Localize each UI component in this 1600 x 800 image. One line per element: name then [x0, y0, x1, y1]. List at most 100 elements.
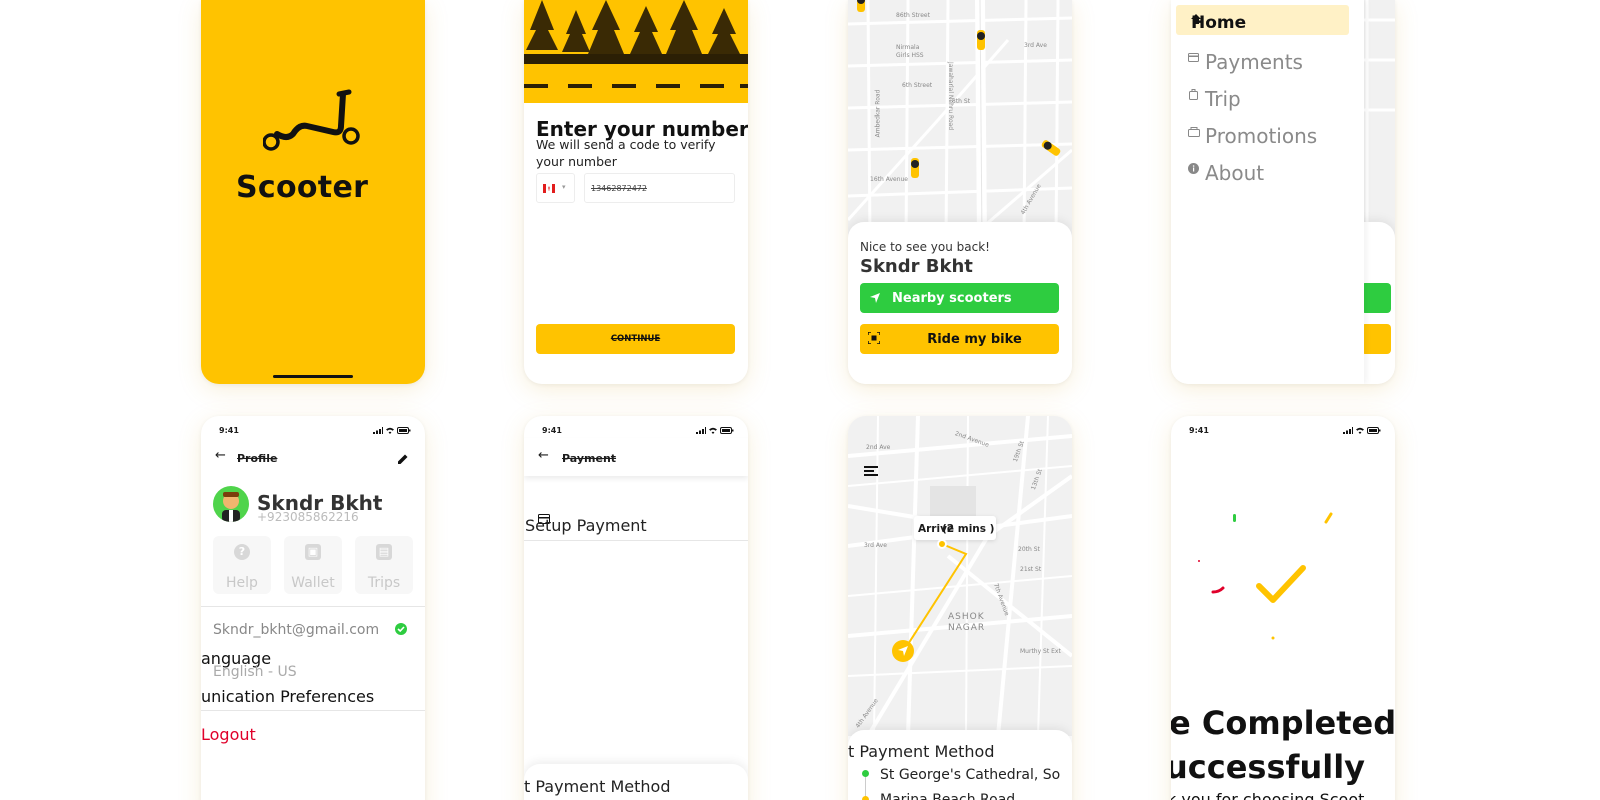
battery-icon — [720, 427, 734, 434]
communication-preferences-label[interactable]: unication Preferences — [201, 687, 374, 706]
page-subtitle: We will send a code to verify your numbe… — [536, 137, 716, 169]
back-arrow-icon[interactable]: ← — [215, 448, 226, 463]
payment-method-label[interactable]: t Payment Method — [848, 742, 995, 761]
phone-number-input[interactable]: 13462872472 — [584, 173, 735, 203]
help-tile[interactable]: ? Help — [213, 536, 271, 594]
ride-completed-screen: 9:41 e Completed uccessfully k you for c… — [1171, 416, 1395, 800]
completed-title-line2: uccessfully — [1171, 748, 1366, 786]
status-bar: 9:41 — [219, 426, 411, 438]
wifi-icon — [1356, 427, 1364, 434]
profile-header: Profile — [237, 452, 278, 465]
payment-header: Payment — [562, 452, 617, 465]
street-label: 21st St — [1020, 566, 1042, 573]
battery-icon — [397, 427, 411, 434]
profile-phone: +923085862216 — [257, 510, 359, 524]
suitcase-icon — [1189, 89, 1198, 100]
trips-tile[interactable]: ▤ Trips — [355, 536, 413, 594]
battery-icon — [1367, 427, 1381, 434]
verified-check-icon — [395, 623, 407, 635]
home-indicator — [273, 375, 353, 378]
payment-method-label[interactable]: t Payment Method — [524, 777, 671, 796]
signal-icon — [696, 427, 706, 434]
language-value: English - US — [213, 664, 297, 680]
enter-number-screen: Enter your number We will send a code to… — [524, 0, 748, 384]
scooter-marker-icon[interactable] — [974, 26, 988, 54]
completed-title-line1: e Completed — [1171, 704, 1395, 742]
pickup-marker[interactable] — [937, 539, 947, 549]
payment-method-sheet: t Payment Method St George's Cathedral, … — [848, 730, 1072, 800]
back-arrow-icon[interactable]: ← — [538, 448, 549, 463]
edit-pencil-icon[interactable] — [397, 453, 409, 465]
pickup-location[interactable]: St George's Cathedral, So — [880, 767, 1060, 783]
signal-icon — [1343, 427, 1353, 434]
dropoff-location[interactable]: Marina Beach Road — [880, 792, 1015, 800]
check-mark-icon — [1256, 565, 1306, 603]
qr-scan-icon — [868, 332, 880, 344]
card-icon — [1188, 53, 1199, 62]
canada-flag-icon — [543, 184, 555, 193]
route-connector — [865, 777, 866, 797]
menu-item-label: About — [1205, 161, 1265, 185]
street-label: 20th St — [1018, 546, 1040, 553]
navigation-arrow-icon — [870, 293, 880, 303]
street-label: 3rd Ave — [1024, 42, 1047, 49]
profile-screen: 9:41 ← Profile Skndr Bkht +923085862216 … — [201, 416, 425, 800]
street-label: 16th Avenue — [870, 176, 908, 183]
street-map-graphic — [848, 0, 1072, 240]
info-icon — [1188, 163, 1199, 174]
payment-screen: 9:41 ← Payment Setup Payment t Payment M… — [524, 416, 748, 800]
map-view[interactable]: 86th Street 3rd Ave Nirmala Girls HSS 6t… — [848, 0, 1072, 240]
chevron-down-icon: ▾ — [562, 183, 566, 191]
section-divider — [201, 710, 425, 711]
nearby-scooters-button[interactable]: Nearby scooters — [860, 283, 1059, 313]
status-bar: 9:41 — [1189, 426, 1381, 438]
status-time: 9:41 — [1189, 426, 1209, 435]
tile-label: Trips — [367, 575, 401, 591]
street-label: Jawaharlal Nehru Road — [947, 62, 954, 131]
section-divider — [201, 606, 425, 607]
scooter-marker-icon[interactable] — [854, 0, 868, 16]
district-label: ASHOK NAGAR — [948, 612, 986, 633]
wifi-icon — [709, 427, 717, 434]
user-name: Skndr Bkht — [860, 256, 973, 277]
navigation-arrow-icon — [898, 646, 908, 656]
status-time: 9:41 — [219, 426, 239, 435]
street-map-graphic — [848, 416, 1072, 736]
help-icon: ? — [234, 544, 250, 560]
avatar[interactable] — [213, 486, 249, 522]
ride-my-bike-button[interactable]: Ride my bike — [860, 324, 1059, 354]
hamburger-menu-icon[interactable] — [864, 466, 878, 476]
greeting-text: Nice to see you back! — [860, 240, 990, 254]
map-view[interactable]: 2nd Ave 2nd Avenue 3rd Ave 19th St 13th … — [848, 416, 1072, 736]
payment-header-bar: ← Payment — [524, 438, 748, 476]
nearby-scooters-label: Nearby scooters — [892, 291, 1012, 306]
setup-payment-item[interactable]: Setup Payment — [525, 516, 647, 535]
street-label: 86th Street — [896, 12, 930, 19]
wallet-tile[interactable]: ▣ Wallet — [284, 536, 342, 594]
side-drawer: Home Payments Trip Promotions About — [1171, 0, 1364, 384]
logout-button[interactable]: Logout — [201, 725, 256, 744]
menu-item-label: Home — [1191, 13, 1247, 33]
street-label: 3rd Ave — [864, 542, 887, 549]
nearby-scooters-button-partial — [1361, 283, 1391, 313]
wallet-icon: ▣ — [305, 544, 321, 560]
trips-icon: ▤ — [376, 544, 392, 560]
signal-icon — [373, 427, 383, 434]
pickup-dot — [862, 770, 869, 777]
continue-button[interactable]: CONTINUE — [536, 324, 735, 354]
status-time: 9:41 — [542, 426, 562, 435]
country-code-select[interactable]: ▾ — [536, 173, 575, 203]
street-label: 2nd Ave — [866, 444, 891, 451]
menu-item-label: Trip — [1205, 87, 1241, 111]
menu-item-label: Promotions — [1205, 124, 1318, 148]
tile-label: Help — [226, 575, 258, 591]
scooter-marker-icon[interactable] — [908, 154, 922, 182]
phone-number-value: 13462872472 — [591, 184, 647, 193]
current-location-marker[interactable] — [892, 640, 914, 662]
side-menu-screen: Home Payments Trip Promotions About — [1171, 0, 1395, 384]
street-label: Murthy St Ext — [1020, 648, 1061, 655]
profile-email[interactable]: Skndr_bkht@gmail.com — [213, 622, 379, 638]
street-label: Ambedkar Road — [874, 89, 882, 138]
street-label: 8th St — [952, 98, 971, 105]
dropoff-dot — [862, 796, 869, 800]
